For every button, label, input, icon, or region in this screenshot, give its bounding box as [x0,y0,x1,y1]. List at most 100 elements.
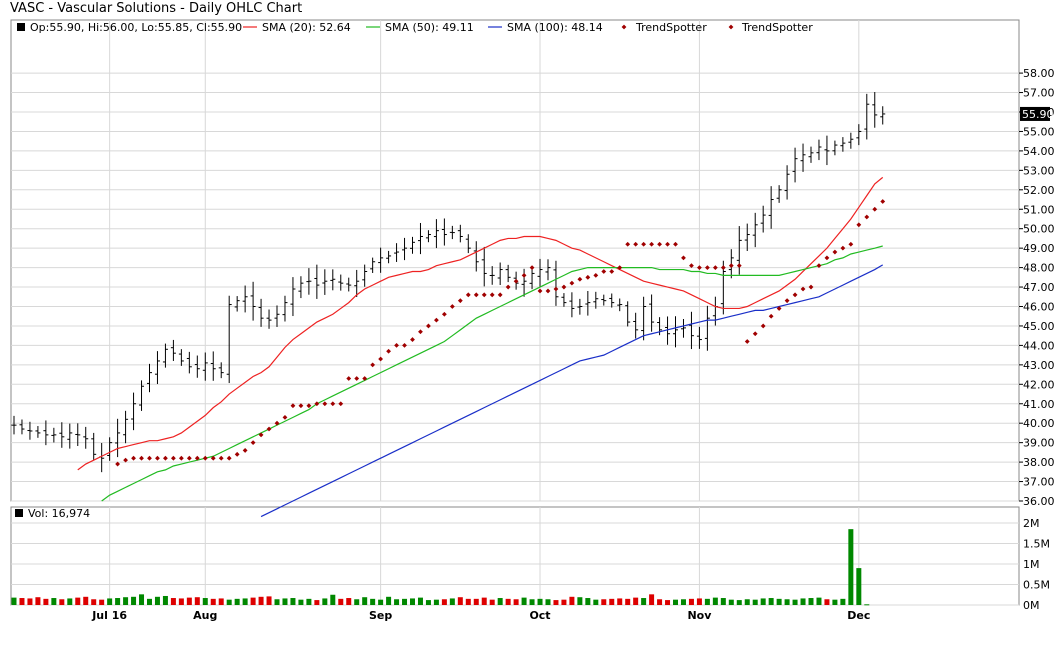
x-tick-label: Jul 16 [91,609,127,622]
price-tick-label: 42.00 [1023,378,1055,391]
volume-bar [146,598,152,605]
volume-bar [266,596,272,605]
volume-bar [35,597,41,605]
price-tick-label: 48.00 [1023,262,1055,275]
volume-bar [593,599,599,605]
ohlc-legend-swatch [17,23,25,31]
price-tick-label: 46.00 [1023,301,1055,314]
price-tick-label: 40.00 [1023,417,1055,430]
volume-bar [250,597,256,605]
volume-bar [712,597,718,605]
volume-bar [840,598,846,605]
volume-bar [649,594,655,605]
price-tick-label: 47.00 [1023,281,1055,294]
volume-tick-label: 0M [1023,599,1040,612]
volume-bar [776,598,782,605]
volume-bar [370,598,376,605]
volume-bar [744,599,750,605]
volume-bar [609,598,615,605]
volume-bar [386,596,392,605]
volume-bar [800,598,806,605]
volume-bar [51,598,57,605]
volume-bar [521,597,527,605]
price-tick-label: 51.00 [1023,203,1055,216]
volume-bar [665,600,671,605]
chart-stage: VASC - Vascular Solutions - Daily OHLC C… [0,0,1060,645]
volume-bar [354,599,360,605]
volume-bar [752,599,758,605]
volume-bar [832,599,838,605]
volume-bar [402,598,408,605]
trendspotter2-legend-label: TrendSpotter [741,21,813,34]
volume-bar [162,595,168,605]
volume-bar [641,598,647,605]
volume-bar [131,596,137,605]
price-tick-label: 39.00 [1023,437,1055,450]
price-tick-label: 37.00 [1023,476,1055,489]
volume-bar [505,598,511,605]
x-tick-label: Dec [847,609,870,622]
volume-bar [91,599,97,605]
volume-legend-swatch [15,509,23,517]
volume-bar [338,598,344,605]
volume-bar [234,598,240,605]
price-tick-label: 55.00 [1023,125,1055,138]
volume-bar [202,598,208,605]
volume-bar [760,598,766,605]
chart-canvas: 36.00 37.00 38.00 39.00 40.00 41.00 42.00 43.00… [10,19,1055,622]
volume-bar [417,597,423,605]
volume-bar [306,598,312,605]
volume-bar [601,599,607,605]
volume-bar [728,599,734,605]
volume-bar [545,599,551,605]
trendspotter-legend-label: TrendSpotter [635,21,707,34]
volume-bar [186,597,192,605]
price-tick-label: 38.00 [1023,456,1055,469]
volume-bar [115,598,121,605]
x-tick-label: Oct [529,609,550,622]
volume-bar [449,598,455,605]
volume-bar [59,599,65,605]
volume-bar [83,596,89,605]
volume-bar [362,597,368,605]
volume-tick-label: 0.5M [1023,579,1050,592]
volume-bar [75,597,81,605]
price-tick-label: 52.00 [1023,184,1055,197]
volume-bar [210,598,216,605]
volume-bar [513,599,519,605]
sma50-legend-label: SMA (50): 49.11 [385,21,474,34]
volume-bar [258,596,264,605]
volume-bar [99,599,105,605]
volume-bar [473,598,479,605]
price-tick-label: 45.00 [1023,320,1055,333]
x-tick-label: Sep [369,609,392,622]
volume-bar [441,599,447,605]
volume-tick-label: 1M [1023,558,1040,571]
volume-bar [290,598,296,605]
volume-bar [457,597,463,605]
volume-panel [10,506,1020,606]
volume-bar [481,597,487,605]
volume-bar [433,599,439,605]
price-tick-label: 53.00 [1023,164,1055,177]
volume-bar [322,598,328,605]
volume-bar [704,598,710,605]
volume-bar [784,599,790,605]
volume-bar [633,597,639,605]
volume-bar [282,598,288,605]
price-tick-label: 50.00 [1023,223,1055,236]
volume-bar [824,599,830,605]
volume-bar [625,598,631,605]
volume-bar [864,604,870,606]
volume-bar [848,529,854,605]
volume-bar [569,596,575,605]
volume-bar [720,598,726,605]
sma20-legend-label: SMA (20): 52.64 [262,21,351,34]
last-price-tag-label: 55.90 [1022,108,1054,121]
volume-bar [170,598,176,605]
volume-bar [346,598,352,605]
price-tick-label: 43.00 [1023,359,1055,372]
price-tick-label: 54.00 [1023,145,1055,158]
volume-bar [330,594,336,605]
price-tick-label: 49.00 [1023,242,1055,255]
